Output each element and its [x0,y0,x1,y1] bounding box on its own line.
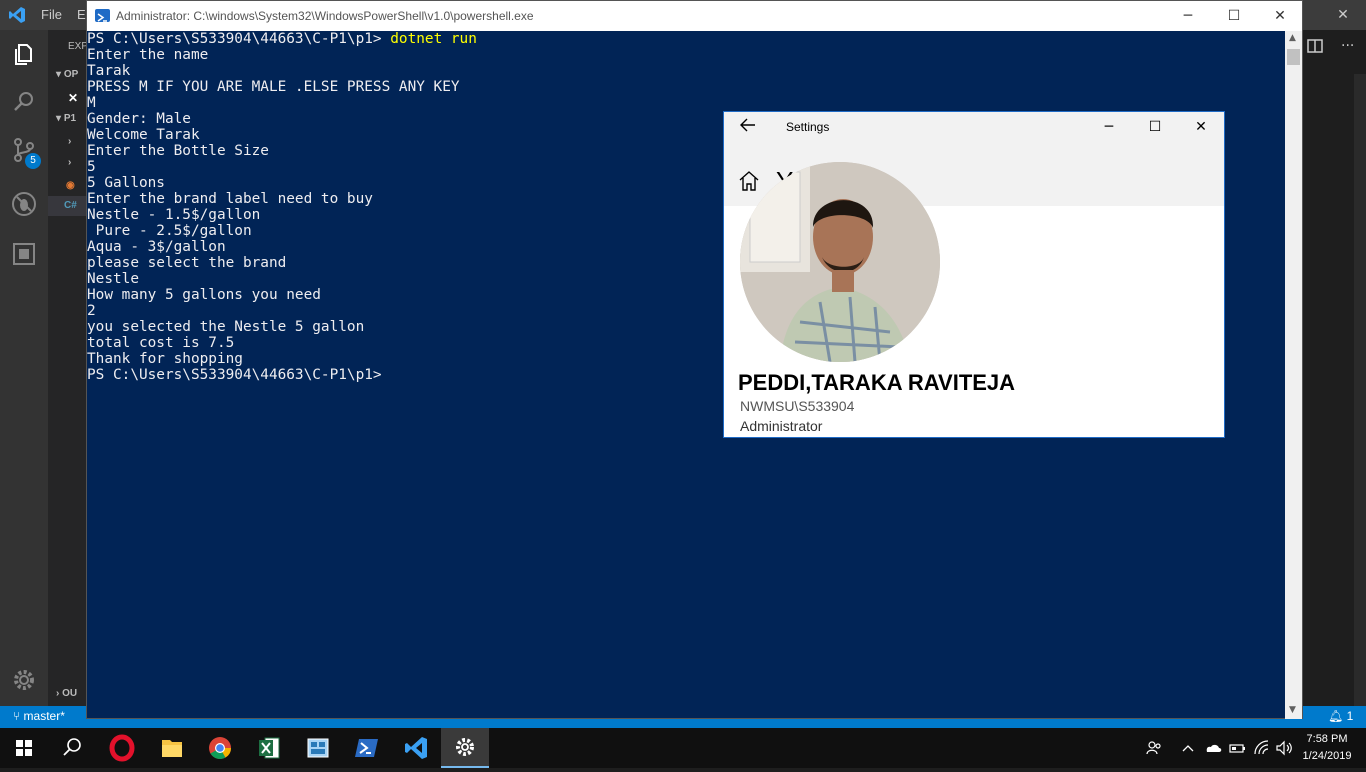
onedrive-icon[interactable] [1203,739,1223,760]
opera-icon[interactable] [98,728,146,768]
console-line: How many 5 gallons you need [87,287,321,303]
battery-icon[interactable] [1229,739,1247,760]
settings-maximize-icon[interactable]: ☐ [1132,112,1178,142]
maximize-icon[interactable]: ☐ [1211,1,1257,31]
clock[interactable]: 7:58 PM 1/24/2019 [1296,731,1358,765]
wifi-icon[interactable] [1253,739,1271,760]
source-control-badge: 5 [25,153,41,169]
file-explorer-icon[interactable] [148,728,196,768]
volume-icon[interactable] [1275,739,1295,760]
console-line: 2 [87,303,96,319]
csharp-file-icon: C# [64,200,77,211]
console-line: Enter the brand label need to buy [87,191,373,207]
vscode-logo-icon [8,6,26,24]
minimap-scrollbar[interactable] [1354,74,1366,714]
console-line: Nestle [87,271,139,287]
console-line: you selected the Nestle 5 gallon [87,319,365,335]
activity-bar: 5 [0,30,48,706]
menu-edit[interactable]: E [77,7,86,22]
project-section[interactable]: ▾ P1 [56,113,76,124]
console-line: Welcome Tarak [87,127,200,143]
extensions-icon[interactable] [10,240,38,268]
console-line: total cost is 7.5 [87,335,235,351]
explorer-sidebar: EXP ▾ OP ✕ ▾ P1 › › ◉ C# › OU [48,30,89,706]
vscode-close-icon[interactable]: ✕ [1320,0,1366,30]
settings-close-icon[interactable]: ✕ [1178,112,1224,142]
console-command: dotnet run [390,31,477,47]
powershell-icon[interactable] [343,728,391,768]
settings-title: Settings [786,120,830,134]
avatar [740,162,940,362]
powershell-title: Administrator: C:\windows\System32\Windo… [116,9,534,23]
folder-chevron-icon[interactable]: › [68,136,71,147]
console-line: Enter the Bottle Size [87,143,269,159]
back-arrow-icon[interactable] [736,115,760,139]
scroll-up-icon[interactable]: ▲ [1289,33,1296,43]
user-name: PEDDI,TARAKA RAVITEJA [738,370,1016,395]
chevron-up-icon[interactable] [1181,739,1195,760]
console-line: Thank for shopping [87,351,243,367]
search-icon[interactable] [10,88,38,116]
minimize-icon[interactable]: ─ [1165,1,1211,31]
console-line: 5 [87,159,96,175]
folder-chevron-icon[interactable]: › [68,157,71,168]
menu-file[interactable]: File [41,7,62,22]
vscode-editor-right: ··· [1303,30,1366,714]
console-line: Nestle - 1.5$/gallon [87,207,261,223]
open-editors-section[interactable]: ▾ OP [56,69,78,80]
notifications-bell-icon[interactable]: 🔔︎ 1 [1328,709,1353,723]
powershell-titlebar[interactable]: Administrator: C:\windows\System32\Windo… [87,1,1302,31]
console-line: PS C:\Users\S533904\44663\C-P1\p1> dotne… [87,31,477,47]
excel-icon[interactable] [245,728,293,768]
console-line: Aqua - 3$/gallon [87,239,226,255]
powershell-icon [95,9,110,22]
console-line: M [87,95,96,111]
taskbar: 7:58 PM 1/24/2019 [0,728,1366,768]
rss-file-icon: ◉ [66,180,75,191]
source-control-icon[interactable]: 5 [10,136,41,169]
powershell-scrollbar[interactable]: ▲ ▼ [1285,31,1302,719]
split-editor-icon[interactable] [1307,38,1327,54]
account-id: NWMSU\S533904 [740,398,855,414]
outline-section[interactable]: › OU [56,688,77,699]
explorer-header: EXP [68,41,89,52]
console-line: Gender: Male [87,111,191,127]
console-line: Enter the name [87,47,209,63]
selected-file-row[interactable]: C# [48,196,86,216]
settings-icon[interactable] [441,728,489,768]
clock-time: 7:58 PM [1306,733,1348,745]
scroll-down-icon[interactable]: ▼ [1289,705,1296,715]
settings-minimize-icon[interactable]: ─ [1086,112,1132,142]
console-prompt: PS C:\Users\S533904\44663\C-P1\p1> [87,367,382,383]
home-icon[interactable] [738,170,762,194]
console-line: 5 Gallons [87,175,165,191]
search-icon[interactable] [48,728,96,768]
manage-gear-icon[interactable] [10,666,38,694]
console-line: Tarak [87,63,131,79]
more-actions-icon[interactable]: ··· [1341,38,1354,54]
debug-icon[interactable] [10,190,38,218]
console-line: PRESS M IF YOU ARE MALE .ELSE PRESS ANY … [87,79,460,95]
console-line: Pure - 2.5$/gallon [87,223,252,239]
vscode-icon[interactable] [392,728,440,768]
start-icon[interactable] [0,728,48,768]
settings-window: Settings ─ ☐ ✕ Your info PEDDI,TARAKA RA… [723,111,1225,438]
account-role: Administrator [740,418,823,434]
close-icon[interactable]: ✕ [1257,1,1303,31]
clock-date: 1/24/2019 [1302,750,1352,762]
chrome-icon[interactable] [196,728,244,768]
close-editor-icon[interactable]: ✕ [68,91,78,105]
app-icon[interactable] [294,728,342,768]
people-icon[interactable] [1145,739,1163,760]
console-line: please select the brand [87,255,287,271]
scrollbar-thumb[interactable] [1287,49,1300,65]
branch-status[interactable]: ⑂ master* [13,709,65,723]
explorer-icon[interactable] [10,40,38,68]
